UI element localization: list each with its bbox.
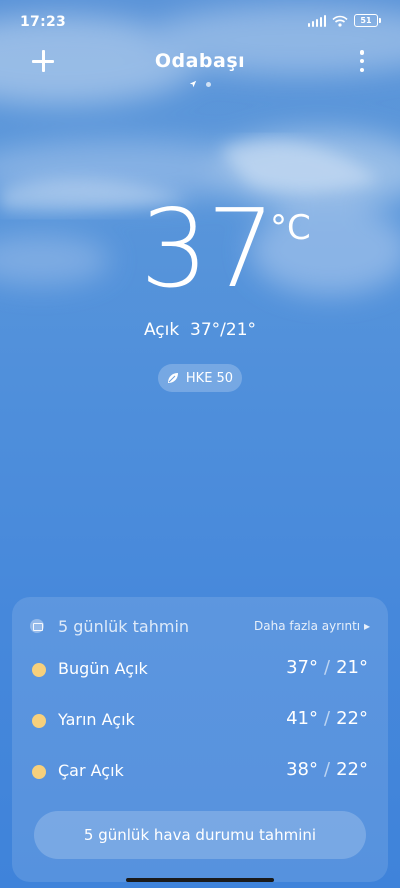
day-label: Çar Açık [58, 761, 124, 780]
more-vert-icon[interactable] [358, 50, 366, 72]
forecast-card: 5 günlük tahmin Daha fazla ayrıntı ▸ Bug… [12, 597, 388, 882]
wifi-icon [332, 15, 348, 27]
page-dot [206, 81, 211, 87]
high-temp: 37° [190, 320, 221, 340]
low-temp: 21° [225, 320, 257, 340]
location-arrow-icon [189, 80, 197, 88]
battery-icon: 51 [354, 14, 381, 27]
leaf-icon [167, 373, 178, 383]
forecast-row[interactable]: Bugün Açık 37°/21° [30, 655, 370, 685]
sun-icon [32, 765, 46, 779]
status-icons: 51 [307, 14, 381, 27]
top-bar: Odabaşı [0, 44, 400, 84]
more-details-link[interactable]: Daha fazla ayrıntı ▸ [254, 619, 370, 633]
day-range: 37°/21° [286, 657, 368, 678]
status-time: 17:23 [20, 14, 67, 30]
calendar-icon [30, 619, 44, 633]
day-range: 41°/22° [286, 708, 368, 729]
temperature-value: 37 [140, 187, 275, 312]
sun-icon [32, 663, 46, 677]
air-quality-badge[interactable]: HKE 50 [158, 364, 242, 392]
current-condition: Açık 37°/21° [143, 320, 257, 340]
forecast-header: 5 günlük tahmin Daha fazla ayrıntı ▸ [30, 615, 370, 639]
city-name[interactable]: Odabaşı [0, 50, 400, 72]
sun-icon [32, 714, 46, 728]
forecast-title: 5 günlük tahmin [58, 617, 190, 636]
forecast-row[interactable]: Çar Açık 38°/22° [30, 757, 370, 787]
five-day-forecast-button[interactable]: 5 günlük hava durumu tahmini [34, 811, 366, 859]
air-quality-label: HKE 50 [185, 370, 234, 386]
day-label: Yarın Açık [58, 710, 135, 729]
temperature-unit: °C [270, 208, 311, 248]
day-label: Bugün Açık [58, 659, 148, 678]
home-indicator[interactable] [126, 878, 274, 882]
current-temperature: 37 °C [0, 196, 400, 326]
day-range: 38°/22° [286, 759, 368, 780]
page-indicator [0, 80, 400, 88]
signal-icon [307, 14, 326, 27]
forecast-row[interactable]: Yarın Açık 41°/22° [30, 706, 370, 736]
condition-text: Açık [143, 320, 180, 340]
status-bar: 17:23 51 [0, 0, 400, 40]
